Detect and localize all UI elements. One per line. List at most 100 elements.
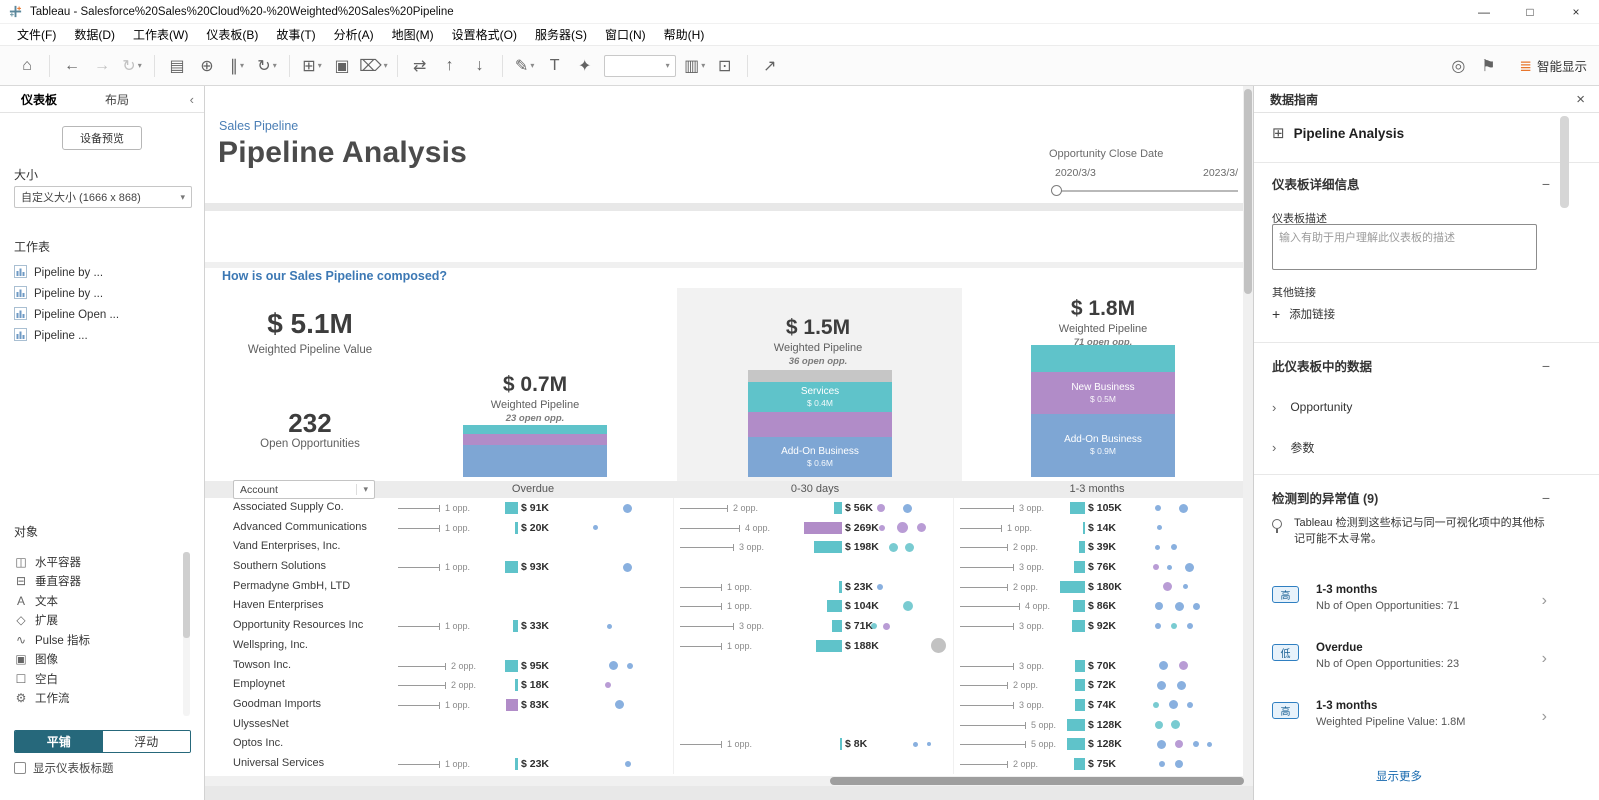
- table-row[interactable]: Universal Services 1 opp. $ 23K 2 opp. $ 75K: [205, 754, 1243, 774]
- pipeline-bar[interactable]: [505, 659, 518, 672]
- worksheet-item[interactable]: Pipeline Open ...: [10, 304, 196, 325]
- object-item[interactable]: ◫ 水平容器: [10, 552, 180, 572]
- add-link-button[interactable]: + 添加链接: [1272, 306, 1335, 322]
- pipeline-bar[interactable]: [1083, 521, 1085, 534]
- opportunity-dot[interactable]: [903, 503, 912, 513]
- opportunity-dot[interactable]: [1171, 544, 1177, 551]
- sort-desc-icon[interactable]: ↓: [467, 52, 493, 80]
- opportunity-dot[interactable]: [903, 601, 913, 612]
- collapse-section-icon[interactable]: −: [1542, 358, 1550, 374]
- stacked-bar-segment[interactable]: [463, 434, 607, 445]
- duplicate-icon[interactable]: ▣: [329, 52, 355, 80]
- opportunity-dot[interactable]: [1175, 759, 1183, 768]
- opportunity-dot[interactable]: [1157, 525, 1162, 531]
- status-icon[interactable]: ◎: [1445, 52, 1471, 80]
- opportunity-dot[interactable]: [1171, 720, 1180, 730]
- opportunity-dot[interactable]: [1155, 505, 1161, 511]
- maximize-button[interactable]: □: [1507, 0, 1553, 23]
- save-icon[interactable]: ▤: [164, 52, 190, 80]
- stacked-bar-segment[interactable]: Services $ 0.4M: [748, 382, 892, 412]
- opportunity-dot[interactable]: [913, 741, 918, 747]
- date-slider[interactable]: [1057, 190, 1238, 192]
- worksheet-item[interactable]: Pipeline by ...: [10, 262, 196, 283]
- sort-asc-icon[interactable]: ↑: [437, 52, 463, 80]
- pipeline-bar[interactable]: [840, 738, 842, 751]
- menu-item[interactable]: 分析(A): [325, 24, 383, 45]
- tab-layout[interactable]: 布局: [78, 91, 156, 108]
- horizontal-scrollbar-thumb[interactable]: [830, 777, 1244, 785]
- opportunity-dot[interactable]: [1185, 562, 1194, 572]
- pipeline-bar[interactable]: [1075, 659, 1085, 672]
- pause-updates-icon[interactable]: ∥ ▾: [224, 52, 250, 80]
- object-item[interactable]: ∿ Pulse 指标: [10, 630, 180, 650]
- outlier-item[interactable]: 高 1-3 months Nb of Open Opportunities: 71 ›: [1254, 582, 1599, 630]
- opportunity-dot[interactable]: [1175, 740, 1183, 749]
- table-row[interactable]: Advanced Communications 1 opp. $ 20K 4 opp.…: [205, 518, 1243, 538]
- clear-sheet-icon[interactable]: ⌦ ▾: [359, 52, 388, 80]
- highlight-icon[interactable]: ✎ ▾: [512, 52, 538, 80]
- pipeline-bar[interactable]: [1075, 698, 1085, 711]
- object-item[interactable]: ▣ 图像: [10, 650, 180, 670]
- stacked-bar-segment[interactable]: [748, 370, 892, 382]
- tab-dashboard[interactable]: 仪表板: [0, 91, 78, 108]
- presentation-icon[interactable]: ⊡: [712, 52, 738, 80]
- labels-icon[interactable]: T: [542, 52, 568, 80]
- pipeline-bar[interactable]: [1067, 738, 1085, 751]
- opportunity-dot[interactable]: [1193, 602, 1200, 610]
- share-icon[interactable]: ↗: [757, 52, 783, 80]
- table-row[interactable]: Optos Inc. 1 opp. $ 8K 5 opp. $ 128K: [205, 734, 1243, 754]
- back-icon[interactable]: ←: [59, 52, 85, 80]
- pipeline-bar[interactable]: [505, 561, 518, 574]
- account-filter[interactable]: Account ▾: [233, 480, 375, 499]
- opportunity-dot[interactable]: [623, 503, 632, 513]
- data-source-item[interactable]: › 参数: [1254, 430, 1599, 464]
- show-title-checkbox[interactable]: [14, 762, 26, 774]
- pipeline-bar[interactable]: [839, 580, 842, 593]
- pipeline-bar[interactable]: [1074, 561, 1085, 574]
- pipeline-bar[interactable]: [1070, 502, 1085, 514]
- table-row[interactable]: Opportunity Resources Inc 1 opp. $ 33K 3 op…: [205, 616, 1243, 636]
- opportunity-dot[interactable]: [609, 661, 618, 670]
- opportunity-dot[interactable]: [1155, 623, 1161, 630]
- fit-selector[interactable]: ▾: [603, 54, 676, 77]
- opportunity-dot[interactable]: [623, 562, 632, 572]
- show-me-button[interactable]: ≣ 智能显示: [1519, 56, 1587, 75]
- opportunity-dot[interactable]: [1187, 623, 1193, 630]
- menu-item[interactable]: 仪表板(B): [197, 24, 267, 45]
- size-selector[interactable]: 自定义大小 (1666 x 868) ▾: [14, 186, 192, 208]
- floating-button[interactable]: 浮动: [102, 731, 190, 752]
- data-guide-scrollbar[interactable]: [1560, 116, 1569, 208]
- menu-item[interactable]: 设置格式(O): [443, 24, 526, 45]
- pipeline-bar[interactable]: [804, 521, 842, 534]
- menu-item[interactable]: 帮助(H): [655, 24, 714, 45]
- opportunity-dot[interactable]: [905, 542, 914, 552]
- table-row[interactable]: Associated Supply Co. 1 opp. $ 91K 2 opp. $ …: [205, 498, 1243, 518]
- opportunity-dot[interactable]: [931, 638, 946, 654]
- pipeline-bar[interactable]: [1075, 679, 1085, 692]
- opportunity-dot[interactable]: [607, 623, 612, 629]
- refresh-icon[interactable]: ↻ ▾: [254, 52, 280, 80]
- table-row[interactable]: Vand Enterprises, Inc. 3 opp. $ 198K 2 opp.…: [205, 537, 1243, 557]
- opportunity-dot[interactable]: [883, 622, 890, 630]
- pipeline-bar[interactable]: [1073, 600, 1085, 613]
- opportunity-dot[interactable]: [877, 504, 885, 512]
- opportunity-dot[interactable]: [1177, 680, 1186, 690]
- opportunity-dot[interactable]: [871, 623, 877, 630]
- pipeline-bar[interactable]: [515, 521, 518, 534]
- stacked-bar-segment[interactable]: Add-On Business $ 0.6M: [748, 437, 892, 477]
- opportunity-dot[interactable]: [1169, 700, 1178, 710]
- fix-axes-icon[interactable]: ✦: [572, 52, 598, 80]
- opportunity-dot[interactable]: [1175, 601, 1184, 611]
- stacked-bar-segment[interactable]: New Business $ 0.5M: [1031, 372, 1175, 414]
- opportunity-dot[interactable]: [1171, 623, 1177, 630]
- opportunity-dot[interactable]: [879, 524, 885, 531]
- outlier-item[interactable]: 低 Overdue Nb of Open Opportunities: 23 ›: [1254, 640, 1599, 688]
- pipeline-bar[interactable]: [506, 698, 518, 711]
- opportunity-dot[interactable]: [1155, 544, 1160, 550]
- dashboard-description-input[interactable]: [1272, 224, 1537, 270]
- pipeline-bar[interactable]: [816, 639, 842, 652]
- opportunity-dot[interactable]: [877, 583, 883, 590]
- add-data-icon[interactable]: ⊕: [194, 52, 220, 80]
- object-item[interactable]: ◇ 扩展: [10, 611, 180, 631]
- stacked-bar-segment[interactable]: [748, 412, 892, 437]
